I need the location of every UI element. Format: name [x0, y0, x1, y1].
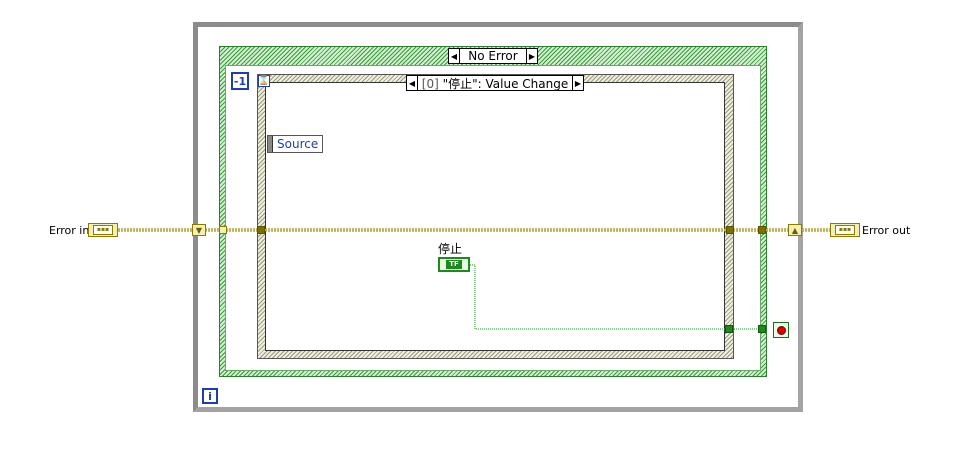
stop-boolean-terminal[interactable]: TF: [438, 257, 470, 272]
up-arrow-icon: ▲: [791, 225, 799, 235]
event-output-tunnel[interactable]: [726, 226, 734, 234]
stop-sign-icon: [776, 325, 786, 335]
right-shift-register[interactable]: ▲: [788, 224, 802, 236]
stop-boolean-wire[interactable]: [470, 264, 762, 330]
down-arrow-icon: ▼: [195, 225, 203, 235]
case-output-tunnel[interactable]: [758, 226, 766, 234]
loop-condition-terminal[interactable]: [773, 322, 789, 338]
cluster-icon: ▪▪▪: [835, 225, 855, 235]
stop-control-label: 停止: [438, 242, 463, 256]
error-in-terminal[interactable]: ▪▪▪: [88, 223, 118, 237]
cluster-icon: ▪▪▪: [93, 225, 113, 235]
event-boolean-tunnel[interactable]: [725, 325, 733, 333]
case-boolean-tunnel[interactable]: [758, 325, 766, 333]
left-shift-register[interactable]: ▼: [192, 224, 206, 236]
error-in-label: Error in: [49, 224, 90, 237]
error-out-terminal[interactable]: ▪▪▪: [830, 223, 860, 237]
error-out-label: Error out: [862, 224, 911, 237]
tf-icon: TF: [446, 260, 462, 269]
case-input-tunnel[interactable]: [219, 226, 227, 234]
event-input-tunnel[interactable]: [257, 226, 265, 234]
